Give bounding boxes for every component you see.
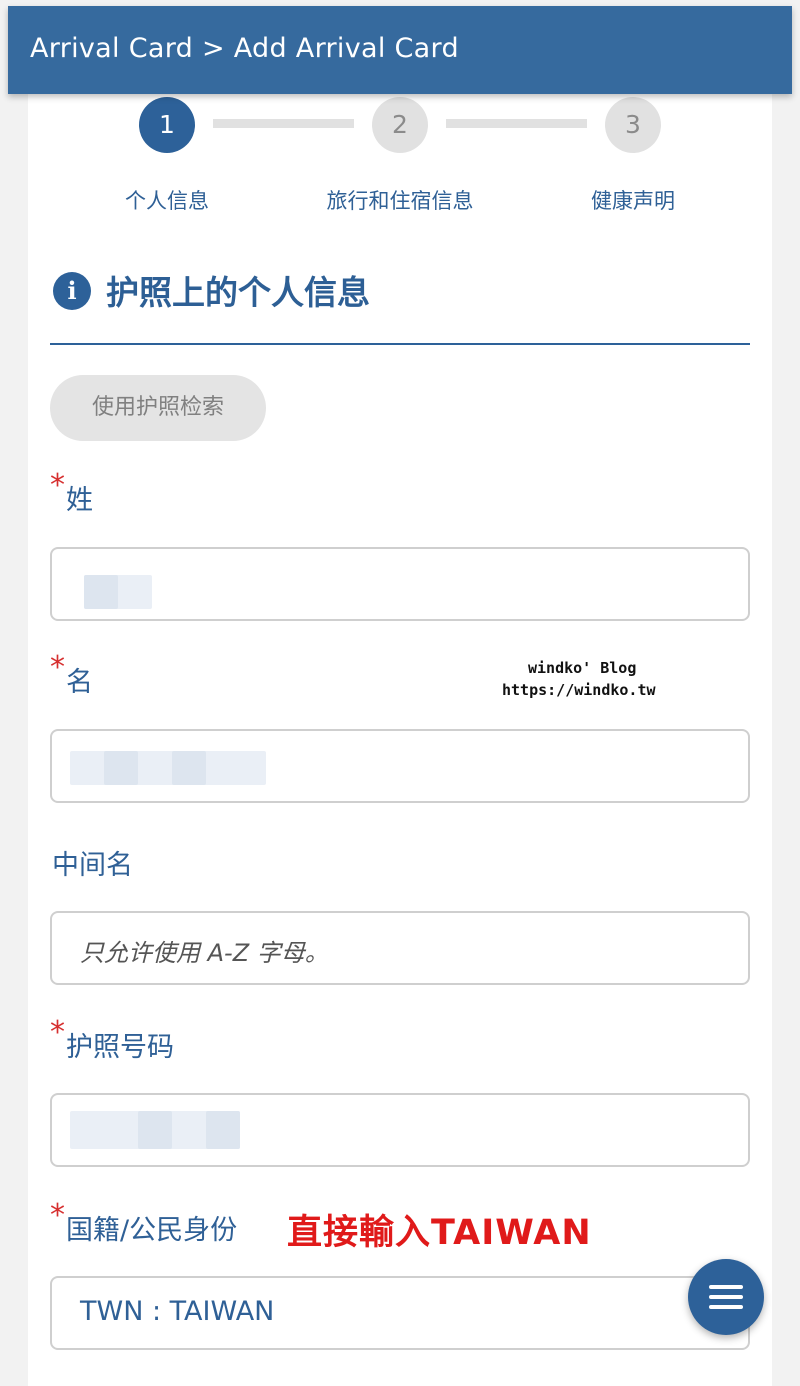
given-name-field[interactable] [50,729,750,803]
required-asterisk: * [50,468,65,503]
step-2-indicator[interactable]: 2 [372,97,428,153]
required-asterisk: * [50,1015,65,1050]
middle-name-placeholder: 只允许使用 A-Z 字母。 [80,939,329,967]
redacted-value [84,575,118,609]
nationality-field[interactable]: TWN : TAIWAN [50,1276,750,1350]
step-connector [213,119,354,128]
redacted-value [104,751,138,785]
required-asterisk: * [50,650,65,685]
passport-number-label: 护照号码 [66,1032,174,1063]
nationality-label: 国籍/公民身份 [66,1215,238,1246]
app-header: Arrival Card > Add Arrival Card [8,6,792,94]
step-1-label: 个人信息 [125,189,209,213]
annotation-text: 直接輸入TAIWAN [287,1213,592,1253]
step-3-label: 健康声明 [591,189,675,213]
floating-menu-button[interactable] [688,1259,764,1335]
redacted-value [138,1111,172,1149]
step-3-indicator[interactable]: 3 [605,97,661,153]
section-title: 护照上的个人信息 [106,273,370,312]
info-icon: i [53,272,91,310]
watermark-line-2: https://windko.tw [502,681,656,699]
nationality-value: TWN : TAIWAN [80,1296,275,1327]
surname-label: 姓 [66,485,93,516]
required-asterisk: * [50,1198,65,1233]
step-1-indicator[interactable]: 1 [139,97,195,153]
redacted-value [206,1111,240,1149]
middle-name-field[interactable]: 只允许使用 A-Z 字母。 [50,911,750,985]
surname-field[interactable] [50,547,750,621]
given-name-label: 名 [66,667,93,698]
passport-number-field[interactable] [50,1093,750,1167]
watermark-line-1: windko' Blog [528,659,637,677]
passport-search-button[interactable]: 使用护照检索 [50,375,266,441]
middle-name-label: 中间名 [52,850,133,881]
redacted-value [70,751,266,785]
step-2-label: 旅行和住宿信息 [326,189,474,213]
step-connector [446,119,587,128]
section-divider [50,343,750,345]
redacted-value [172,751,206,785]
breadcrumb-title: Arrival Card > Add Arrival Card [30,33,459,64]
